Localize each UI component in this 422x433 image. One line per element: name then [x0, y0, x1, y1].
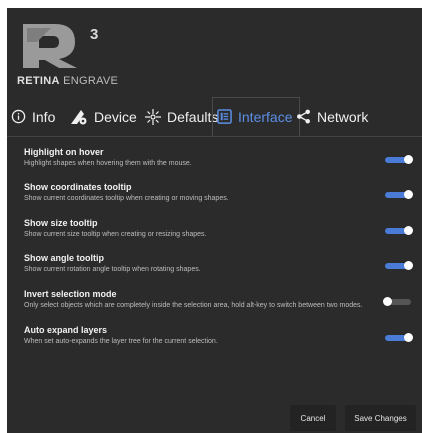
tab-info[interactable]: Info: [11, 97, 55, 136]
setting-description: Show current size tooltip when creating …: [24, 231, 207, 238]
setting-description: Only select objects which are completely…: [24, 302, 363, 309]
preferences-window: 3 RETINA ENGRAVE Info Device Defaults In…: [7, 8, 422, 433]
toggle-knob: [404, 333, 413, 342]
setting-description: When set auto-expands the layer tree for…: [24, 338, 218, 345]
logo-brand-light: ENGRAVE: [63, 75, 119, 87]
tab-network[interactable]: Network: [296, 97, 368, 136]
setting-description: Show current coordinates tooltip when cr…: [24, 195, 229, 202]
logo-mark-icon: [23, 24, 77, 68]
setting-auto-expand-layers: Auto expand layers When set auto-expands…: [24, 325, 414, 347]
toggle-knob: [404, 155, 413, 164]
auto-expand-layers-toggle[interactable]: [385, 333, 413, 342]
setting-invert-selection-mode: Invert selection mode Only select object…: [24, 289, 414, 311]
tab-defaults[interactable]: Defaults: [145, 97, 218, 136]
show-size-tooltip-toggle[interactable]: [385, 226, 413, 235]
setting-show-coordinates-tooltip: Show coordinates tooltip Show current co…: [24, 182, 414, 204]
tab-interface-label: Interface: [238, 108, 293, 125]
cancel-button[interactable]: Cancel: [290, 405, 336, 431]
setting-title: Highlight on hover: [24, 147, 104, 157]
logo-brand-bold: RETINA: [17, 75, 60, 87]
defaults-icon: [145, 108, 161, 125]
info-icon: [11, 109, 26, 124]
retina-engrave-logo: 3 RETINA ENGRAVE: [17, 20, 137, 90]
tab-network-label: Network: [317, 108, 369, 125]
setting-title: Show size tooltip: [24, 218, 98, 228]
share-icon: [296, 109, 311, 124]
setting-show-angle-tooltip: Show angle tooltip Show current rotation…: [24, 253, 414, 275]
setting-description: Highlight shapes when hovering them with…: [24, 160, 192, 167]
tab-device-label: Device: [94, 108, 137, 125]
toggle-knob: [404, 226, 413, 235]
show-coordinates-tooltip-toggle[interactable]: [385, 190, 413, 199]
setting-show-size-tooltip: Show size tooltip Show current size tool…: [24, 218, 414, 240]
show-angle-tooltip-toggle[interactable]: [385, 261, 413, 270]
tab-interface[interactable]: Interface: [211, 97, 302, 136]
toggle-knob: [383, 297, 392, 306]
device-icon: [70, 109, 88, 125]
logo-wordmark: RETINA ENGRAVE: [17, 75, 118, 87]
tab-defaults-label: Defaults: [167, 108, 219, 125]
setting-highlight-on-hover: Highlight on hover Highlight shapes when…: [24, 147, 414, 169]
setting-title: Auto expand layers: [24, 325, 108, 335]
toggle-knob: [404, 190, 413, 199]
highlight-on-hover-toggle[interactable]: [385, 155, 413, 164]
interface-icon: [217, 109, 232, 124]
setting-title: Invert selection mode: [24, 289, 117, 299]
setting-title: Show coordinates tooltip: [24, 182, 132, 192]
setting-description: Show current rotation angle tooltip when…: [24, 266, 201, 273]
invert-selection-mode-toggle[interactable]: [383, 297, 411, 306]
settings-tabs: Info Device Defaults Interface Network: [7, 97, 422, 136]
toggle-knob: [404, 261, 413, 270]
tab-divider: [7, 136, 422, 137]
setting-title: Show angle tooltip: [24, 253, 104, 263]
tab-info-label: Info: [32, 108, 56, 125]
save-changes-button[interactable]: Save Changes: [345, 405, 416, 431]
logo-version-superscript: 3: [90, 26, 99, 43]
tab-device[interactable]: Device: [70, 97, 137, 136]
